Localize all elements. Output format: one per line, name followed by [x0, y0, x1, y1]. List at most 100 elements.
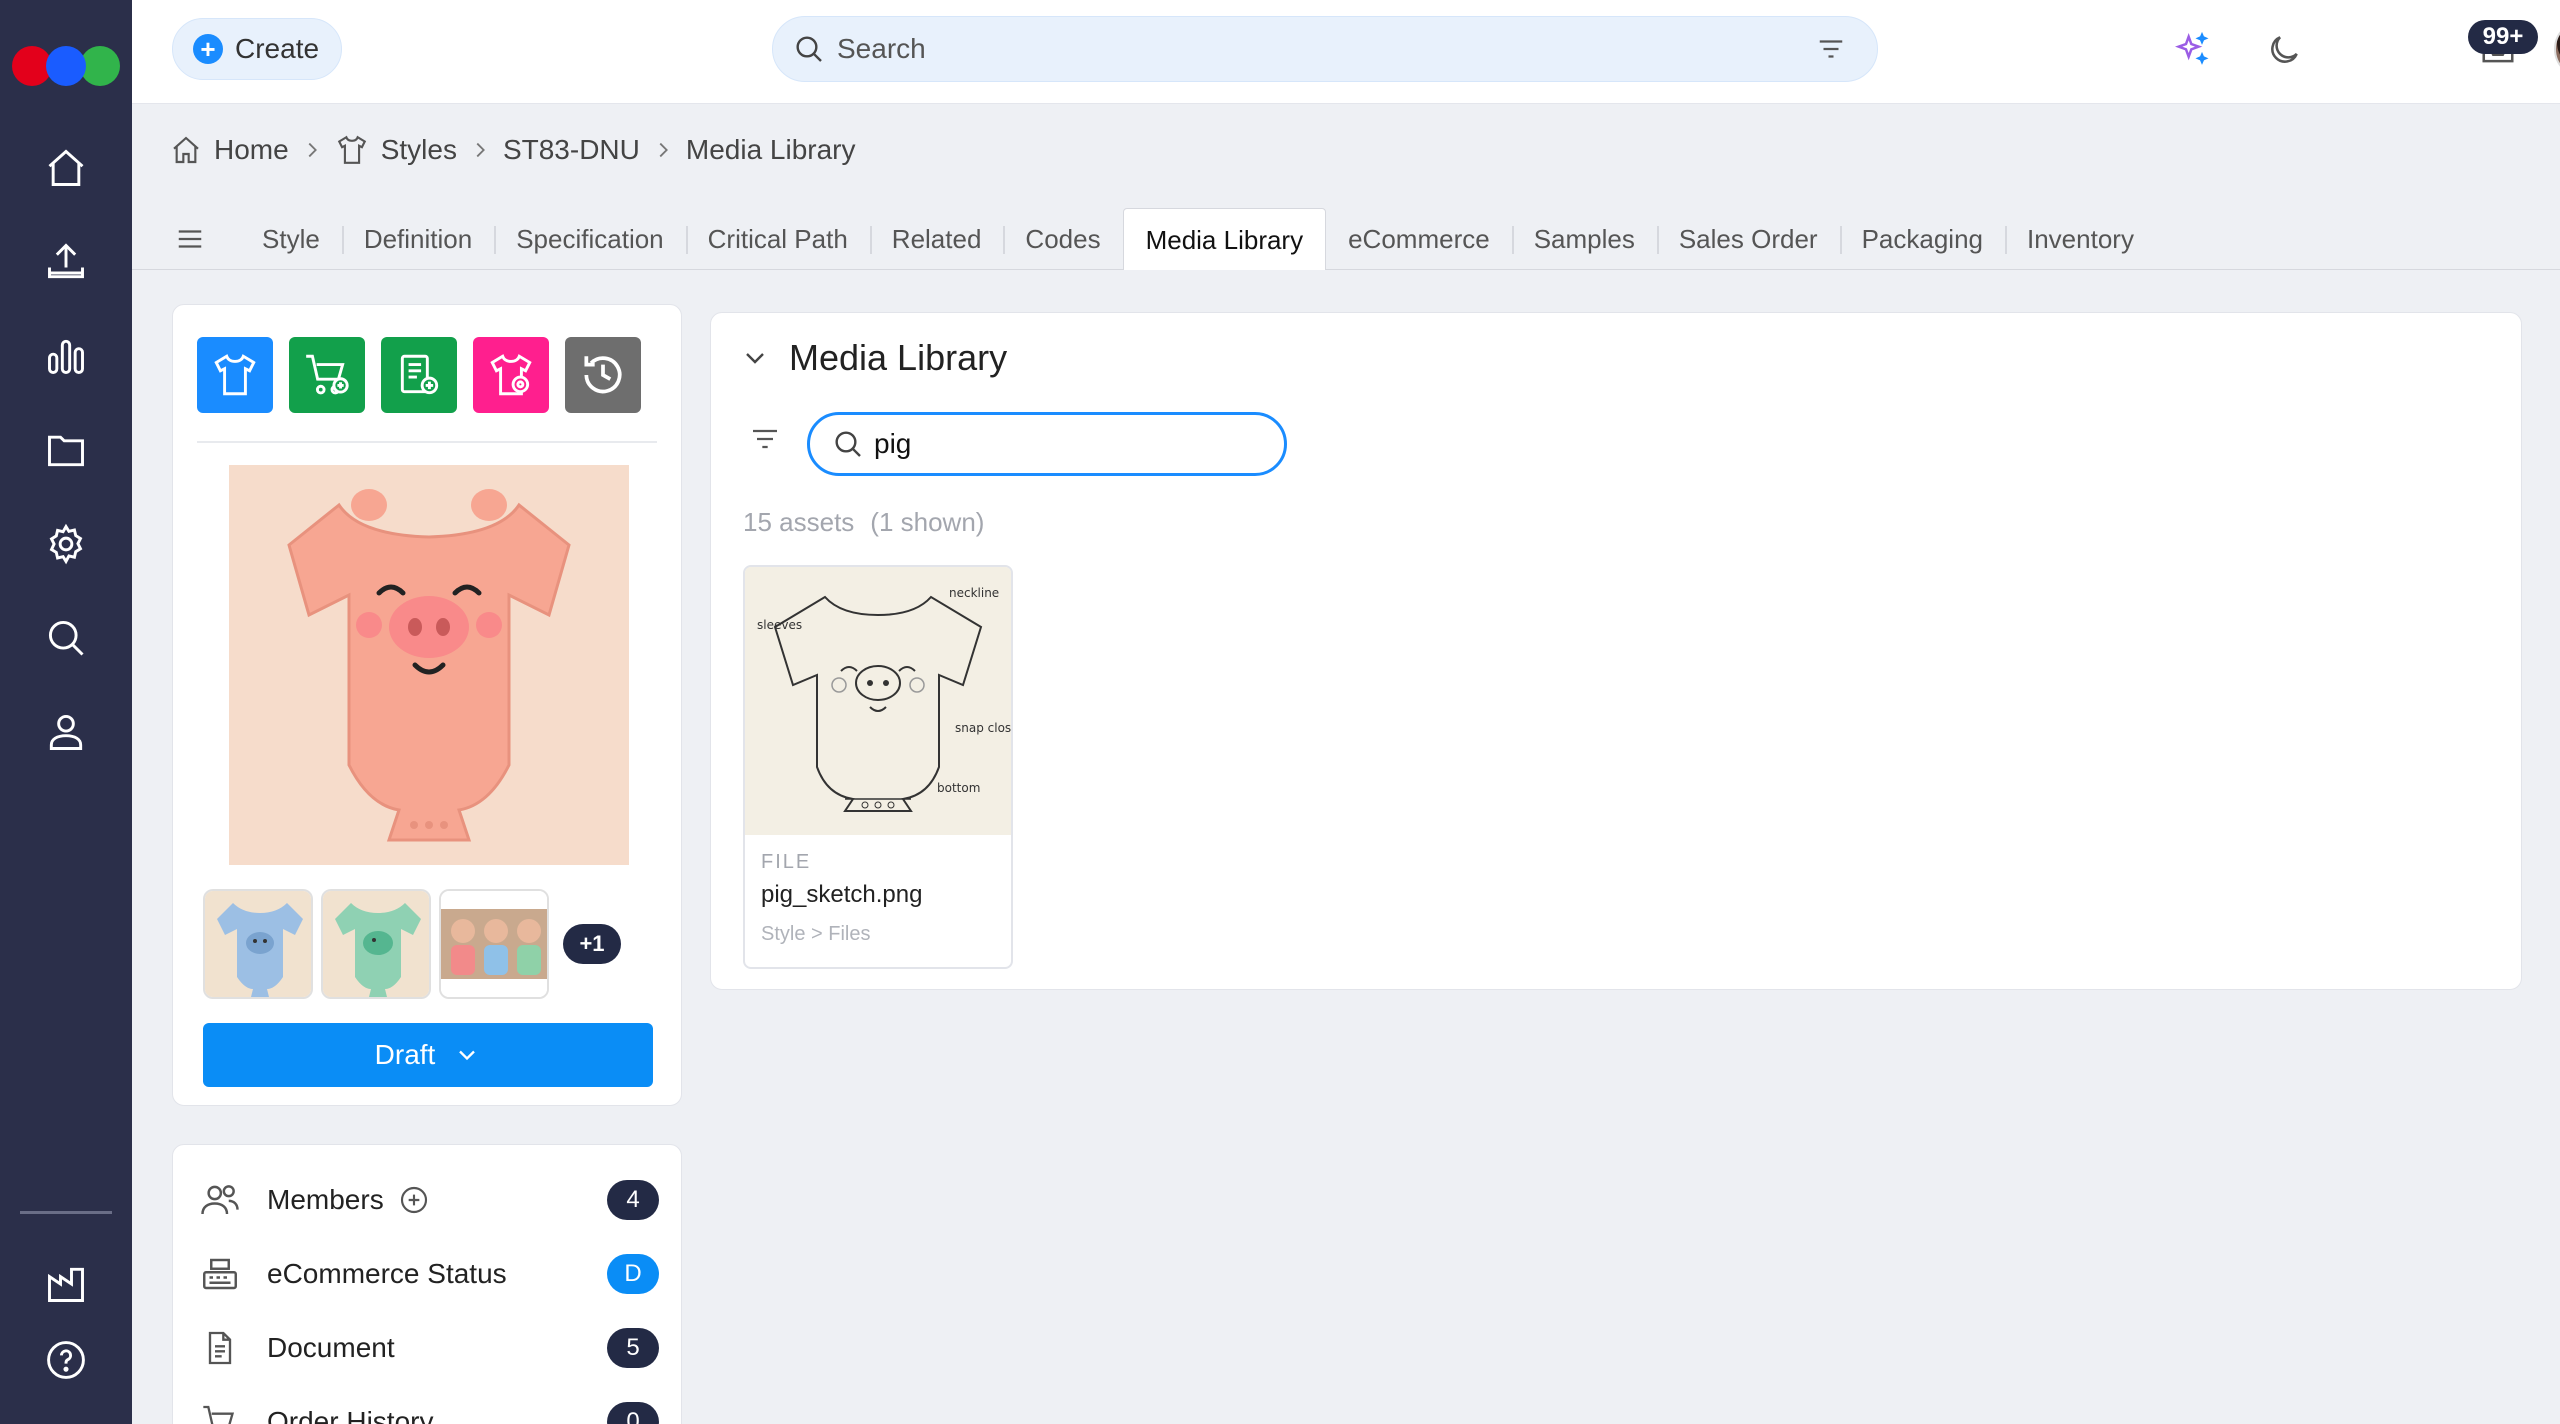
style-main-image[interactable] — [229, 465, 629, 865]
search-filter-icon[interactable] — [1811, 29, 1851, 69]
members-icon — [199, 1179, 241, 1221]
breadcrumb-label: Media Library — [685, 134, 856, 165]
home-icon — [173, 136, 199, 164]
style-summary-card: +1 Draft — [172, 304, 682, 1106]
order-history-count: 0 — [607, 1402, 659, 1424]
breadcrumb-home[interactable]: Home — [170, 134, 289, 166]
add-member-icon[interactable] — [398, 1184, 430, 1216]
global-search[interactable]: Search — [772, 16, 1878, 82]
left-nav-rail — [0, 0, 132, 1424]
style-thumbnails: +1 — [203, 889, 621, 999]
plus-icon: + — [193, 34, 223, 64]
media-library-collapse-toggle[interactable]: Media Library — [739, 337, 1007, 379]
style-tabs: Style Definition Specification Critical … — [170, 208, 2156, 270]
ai-sparkle-icon[interactable] — [2170, 28, 2214, 72]
factory-icon[interactable] — [40, 1258, 92, 1310]
tab-inventory[interactable]: Inventory — [2005, 208, 2156, 270]
order-history-row[interactable]: Order History 0 — [199, 1397, 659, 1424]
folder-icon[interactable] — [40, 424, 92, 476]
app-logo[interactable] — [12, 46, 120, 86]
user-icon[interactable] — [40, 706, 92, 758]
thumbnail-dinosaur-bodysuit[interactable] — [321, 889, 431, 999]
dark-mode-moon-icon[interactable] — [2262, 28, 2306, 72]
help-icon[interactable] — [40, 1334, 92, 1386]
register-icon — [199, 1253, 241, 1295]
document-icon — [199, 1327, 241, 1369]
asset-filename: pig_sketch.png — [761, 881, 923, 908]
notification-badge[interactable]: 99+ — [2468, 20, 2538, 54]
document-row[interactable]: Document 5 — [199, 1323, 659, 1373]
upload-icon[interactable] — [40, 236, 92, 288]
search-icon — [796, 36, 822, 62]
document-label: Document — [267, 1332, 395, 1363]
tab-related[interactable]: Related — [869, 208, 1004, 270]
order-history-label: Order History — [267, 1406, 434, 1424]
members-row[interactable]: Members 4 — [199, 1175, 659, 1225]
chevron-down-icon — [459, 1050, 476, 1061]
style-action-bar — [197, 337, 641, 413]
hamburger-menu-icon[interactable] — [170, 219, 210, 259]
tab-specification[interactable]: Specification — [494, 208, 685, 270]
style-info-card: Members 4 eCommerce Status D Document 5 … — [172, 1144, 682, 1424]
more-images-badge[interactable]: +1 — [563, 924, 621, 964]
tab-ecommerce[interactable]: eCommerce — [1326, 208, 1512, 270]
settings-gear-icon[interactable] — [40, 518, 92, 570]
tab-definition[interactable]: Definition — [341, 208, 494, 270]
asset-kind: FILE — [761, 851, 812, 873]
shirt-icon — [337, 135, 366, 164]
search-icon[interactable] — [40, 612, 92, 664]
asset-preview-image: neckline sleeves snap closure bottom — [745, 567, 1011, 835]
filter-icon[interactable] — [745, 419, 785, 459]
breadcrumb: Home Styles ST83-DNU Media Library — [170, 128, 856, 172]
tab-samples[interactable]: Samples — [1511, 208, 1657, 270]
document-add-icon[interactable] — [381, 337, 457, 413]
members-label: Members — [267, 1184, 384, 1215]
asset-card[interactable]: neckline sleeves snap closure bottom FIL… — [743, 565, 1013, 969]
tab-packaging[interactable]: Packaging — [1839, 208, 2005, 270]
cart-icon — [199, 1401, 241, 1424]
breadcrumb-styles[interactable]: Styles — [335, 133, 457, 167]
search-placeholder: Search — [837, 33, 926, 64]
tab-codes[interactable]: Codes — [1003, 208, 1122, 270]
thumbnail-elephant-bodysuit[interactable] — [203, 889, 313, 999]
annotation-snap-closure: snap closure — [955, 721, 1011, 735]
status-label: Draft — [374, 1039, 436, 1070]
shirt-settings-icon[interactable] — [473, 337, 549, 413]
annotation-bottom: bottom — [937, 781, 980, 795]
top-bar: + Create Search 99+ — [132, 0, 2560, 104]
asset-search-box[interactable] — [807, 412, 1287, 476]
status-draft-dropdown[interactable]: Draft — [203, 1023, 653, 1087]
create-button[interactable]: + Create — [172, 18, 342, 80]
tab-media-library[interactable]: Media Library — [1122, 208, 1327, 270]
shirt-icon[interactable] — [197, 337, 273, 413]
breadcrumb-label: ST83-DNU — [502, 134, 640, 165]
search-icon — [835, 431, 861, 457]
asset-search-input[interactable] — [874, 428, 1254, 460]
thumbnail-babies-photo[interactable] — [439, 889, 549, 999]
analytics-icon[interactable] — [40, 330, 92, 382]
annotation-sleeves: sleeves — [757, 618, 802, 632]
home-icon[interactable] — [40, 142, 92, 194]
create-label: Create — [235, 33, 320, 64]
annotation-neckline: neckline — [949, 586, 999, 600]
ecommerce-status-label: eCommerce Status — [267, 1258, 507, 1289]
tab-sales-order[interactable]: Sales Order — [1656, 208, 1840, 270]
chevron-down-icon — [746, 353, 764, 364]
tab-style[interactable]: Style — [240, 208, 342, 270]
history-icon[interactable] — [565, 337, 641, 413]
members-count: 4 — [607, 1180, 659, 1220]
breadcrumb-style-code[interactable]: ST83-DNU — [503, 134, 640, 166]
chevron-right-icon — [308, 142, 317, 158]
breadcrumb-label: Home — [214, 134, 289, 165]
chevron-right-icon — [659, 142, 668, 158]
ecommerce-status-badge: D — [607, 1254, 659, 1294]
breadcrumb-current: Media Library — [686, 134, 856, 166]
tab-critical-path[interactable]: Critical Path — [685, 208, 870, 270]
user-avatar[interactable] — [2554, 20, 2560, 78]
cart-add-icon[interactable] — [289, 337, 365, 413]
ecommerce-status-row[interactable]: eCommerce Status D — [199, 1249, 659, 1299]
breadcrumb-label: Styles — [380, 134, 457, 165]
chevron-right-icon — [476, 142, 485, 158]
asset-total: 15 assets — [743, 507, 855, 537]
media-library-panel: Media Library 15 assets(1 shown) neck — [710, 312, 2522, 990]
